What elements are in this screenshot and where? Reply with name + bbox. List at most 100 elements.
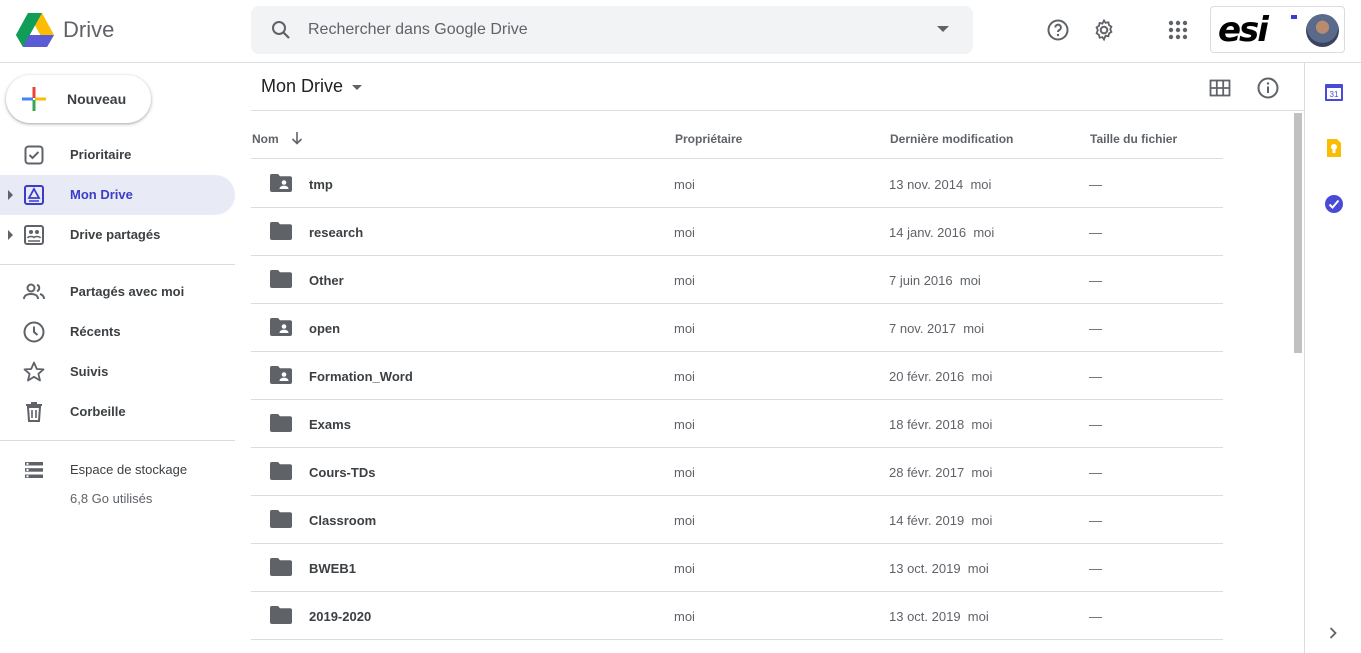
modified-by: moi — [959, 273, 981, 288]
file-row[interactable]: open moi 7 nov. 2017 moi — — [251, 304, 1223, 352]
logo-accent — [1291, 15, 1297, 19]
my-drive-icon — [24, 185, 44, 205]
column-header-name[interactable]: Nom — [252, 132, 279, 146]
search-bar[interactable]: Rechercher dans Google Drive — [251, 6, 973, 54]
column-header-modified[interactable]: Dernière modification — [890, 132, 1013, 146]
sidebar-item-starred[interactable]: Suivis — [0, 352, 235, 392]
expand-arrow-icon[interactable] — [8, 190, 13, 200]
file-modified: 13 nov. 2014 moi — [889, 177, 991, 192]
file-name: BWEB1 — [309, 561, 356, 576]
shared-folder-icon — [270, 318, 292, 336]
modified-by: moi — [970, 177, 992, 192]
apps-icon[interactable] — [1166, 18, 1190, 42]
keep-icon[interactable] — [1324, 138, 1344, 158]
sidebar-item-label: Récents — [70, 324, 121, 339]
modified-date: 14 févr. 2019 — [889, 513, 965, 528]
modified-by: moi — [973, 225, 995, 240]
column-header-owner[interactable]: Propriétaire — [675, 132, 742, 146]
breadcrumb[interactable]: Mon Drive — [261, 76, 343, 97]
settings-icon[interactable] — [1092, 18, 1116, 42]
sidebar-item-shared-drives[interactable]: Drive partagés — [0, 215, 235, 255]
file-name: research — [309, 225, 364, 240]
file-size: — — [1089, 321, 1102, 336]
file-size: — — [1089, 369, 1102, 384]
file-owner: moi — [674, 561, 695, 576]
sort-arrow-down-icon[interactable] — [289, 130, 305, 146]
folder-icon — [270, 558, 292, 576]
file-owner: moi — [674, 177, 695, 192]
plus-icon — [22, 87, 46, 111]
file-modified: 28 févr. 2017 moi — [889, 465, 992, 480]
file-size: — — [1089, 561, 1102, 576]
modified-by: moi — [971, 417, 993, 432]
sidebar-item-my-drive[interactable]: Mon Drive — [0, 175, 235, 215]
info-icon[interactable] — [1256, 76, 1280, 100]
new-button-label: Nouveau — [67, 91, 127, 107]
avatar[interactable] — [1306, 14, 1339, 47]
file-size: — — [1089, 609, 1102, 624]
drive-logo-icon[interactable] — [16, 13, 54, 47]
folder-icon — [270, 510, 292, 528]
scrollbar-thumb[interactable] — [1294, 113, 1302, 353]
help-icon[interactable] — [1046, 18, 1070, 42]
sidebar-item-shared-with-me[interactable]: Partagés avec moi — [0, 272, 235, 312]
trash-icon — [26, 402, 42, 422]
file-row[interactable]: Classroom moi 14 févr. 2019 moi — — [251, 496, 1223, 544]
file-name: Other — [309, 273, 344, 288]
folder-icon — [270, 222, 292, 240]
new-button[interactable]: Nouveau — [6, 75, 151, 123]
tasks-icon[interactable] — [1324, 194, 1344, 214]
sidebar-item-storage[interactable]: Espace de stockage — [0, 450, 235, 490]
sidebar-item-label: Prioritaire — [70, 147, 132, 162]
file-owner: moi — [674, 273, 695, 288]
storage-used-text: 6,8 Go utilisés — [70, 491, 153, 506]
modified-date: 13 oct. 2019 — [889, 609, 961, 624]
folder-icon — [270, 270, 292, 288]
modified-by: moi — [971, 513, 993, 528]
app-title[interactable]: Drive — [63, 17, 114, 43]
breadcrumb-menu-icon[interactable] — [352, 85, 362, 90]
file-owner: moi — [674, 225, 695, 240]
search-options-icon[interactable] — [937, 26, 949, 32]
star-icon — [23, 361, 45, 382]
file-row[interactable]: 2019-2020 moi 13 oct. 2019 moi — — [251, 592, 1223, 640]
file-row[interactable]: research moi 14 janv. 2016 moi — — [251, 208, 1223, 256]
organization-logo: esi — [1218, 10, 1269, 50]
file-size: — — [1089, 465, 1102, 480]
shared-with-me-icon — [23, 283, 45, 300]
sidebar-item-priority[interactable]: Prioritaire — [0, 135, 235, 175]
search-icon[interactable] — [269, 18, 293, 42]
chevron-right-icon[interactable] — [1325, 625, 1341, 641]
sidebar-item-recent[interactable]: Récents — [0, 312, 235, 352]
sidebar-divider — [0, 440, 235, 441]
storage-label: Espace de stockage — [70, 462, 188, 477]
sidebar-item-label: Corbeille — [70, 404, 126, 419]
file-name: open — [309, 321, 341, 336]
sidebar-item-trash[interactable]: Corbeille — [0, 392, 235, 432]
priority-icon — [24, 145, 44, 165]
search-input[interactable]: Rechercher dans Google Drive — [308, 21, 528, 39]
file-name: Classroom — [309, 513, 377, 528]
file-modified: 20 févr. 2016 moi — [889, 369, 992, 384]
modified-date: 18 févr. 2018 — [889, 417, 965, 432]
expand-arrow-icon[interactable] — [8, 230, 13, 240]
file-owner: moi — [674, 369, 695, 384]
account-switcher[interactable]: esi — [1210, 6, 1345, 53]
calendar-icon[interactable]: 31 — [1324, 82, 1344, 102]
file-row[interactable]: Other moi 7 juin 2016 moi — — [251, 256, 1223, 304]
grid-view-icon[interactable] — [1208, 76, 1232, 100]
modified-by: moi — [967, 561, 989, 576]
shared-drives-icon — [24, 225, 44, 245]
clock-icon — [23, 321, 45, 343]
file-name: Exams — [309, 417, 351, 432]
file-row[interactable]: Exams moi 18 févr. 2018 moi — — [251, 400, 1223, 448]
column-header-size[interactable]: Taille du fichier — [1090, 132, 1177, 146]
file-row[interactable]: tmp moi 13 nov. 2014 moi — — [251, 160, 1223, 208]
file-row[interactable]: Formation_Word moi 20 févr. 2016 moi — — [251, 352, 1223, 400]
sidebar-divider — [0, 264, 235, 265]
file-row[interactable]: Cours-TDs moi 28 févr. 2017 moi — — [251, 448, 1223, 496]
file-row[interactable]: BWEB1 moi 13 oct. 2019 moi — — [251, 544, 1223, 592]
modified-by: moi — [971, 369, 993, 384]
file-owner: moi — [674, 465, 695, 480]
sidebar-item-label: Partagés avec moi — [70, 284, 185, 299]
